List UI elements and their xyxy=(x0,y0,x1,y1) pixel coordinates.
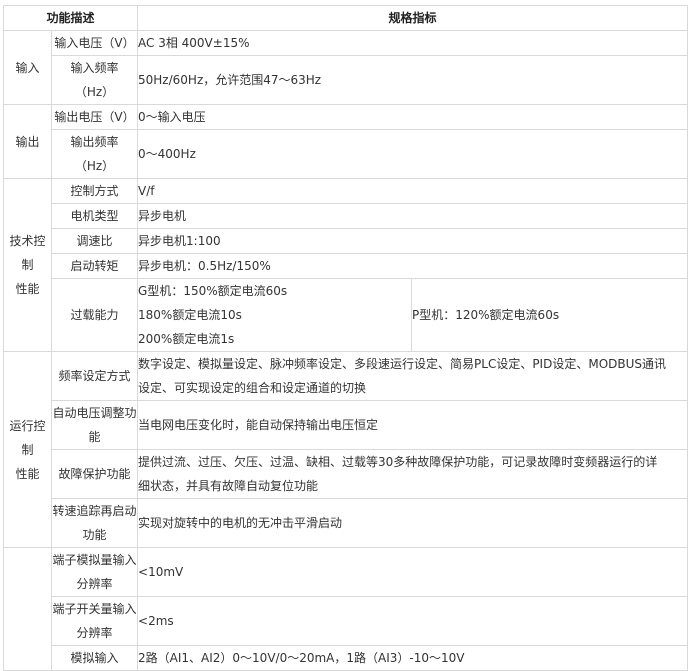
category-input: 输入 xyxy=(3,30,52,105)
value-overload-g: G型机：150%额定电流60s 180%额定电流10s 200%额定电流1s xyxy=(137,278,413,352)
feature-output-frequency-line2: （Hz） xyxy=(74,159,115,173)
table-row: 输出频率 （Hz） 0～400Hz xyxy=(4,129,689,179)
table-row: 技术控制 性能 控制方式 V/f xyxy=(3,178,689,352)
value-overload-g-line3: 200%额定电流1s xyxy=(138,332,235,346)
table-row: 调速比 异步电机1:100 xyxy=(4,228,689,254)
table-row: 端子开关量输入 分辨率 <2ms xyxy=(4,596,689,646)
table-row: 过载能力 G型机：150%额定电流60s 180%额定电流10s 200%额定电… xyxy=(4,278,689,352)
header-row: 功能描述 规格指标 xyxy=(2,5,689,31)
feature-input-frequency-line1: 输入频率 xyxy=(70,61,119,75)
feature-output-frequency-line1: 输出频率 xyxy=(70,135,119,149)
value-overload-p: P型机：120%额定电流60s xyxy=(411,278,689,352)
value-motor-type: 异步电机 xyxy=(137,203,689,229)
value-frequency-setting-line1: 数字设定、模拟量设定、脉冲频率设定、多段速运行设定、简易PLC设定、PID设定、… xyxy=(138,357,667,371)
feature-switch-resolution-line2: 分辨率 xyxy=(76,626,113,640)
value-fault-protection-line1: 提供过流、过压、欠压、过温、缺相、过载等30多种故障保护功能，可记录故障时变频器… xyxy=(138,455,658,469)
feature-switch-resolution: 端子开关量输入 分辨率 xyxy=(50,596,139,646)
value-overload-g-line1: G型机：150%额定电流60s xyxy=(138,284,288,298)
table-row: 输入频率 （Hz） 50Hz/60Hz，允许范围47～63Hz xyxy=(4,55,689,105)
category-io xyxy=(3,547,52,671)
feature-frequency-setting: 频率设定方式 xyxy=(50,351,139,401)
category-output: 输出 xyxy=(3,104,52,179)
value-output-voltage: 0～输入电压 xyxy=(137,104,689,130)
feature-input-frequency: 输入频率 （Hz） xyxy=(50,55,139,105)
header-feature: 功能描述 xyxy=(2,5,139,31)
feature-output-voltage: 输出电压（V） xyxy=(50,104,139,130)
feature-control-mode: 控制方式 xyxy=(50,178,139,204)
category-run-control-line2: 性能 xyxy=(15,466,40,481)
value-speed-ratio: 异步电机1:100 xyxy=(137,228,689,254)
value-speed-tracking: 实现对旋转中的电机的无冲击平滑启动 xyxy=(137,498,689,548)
feature-overload: 过载能力 xyxy=(50,278,139,352)
table-row: 自动电压调整功 能 当电网电压变化时，能自动保持输出电压恒定 xyxy=(4,400,689,450)
feature-fault-protection: 故障保护功能 xyxy=(50,449,139,499)
feature-speed-tracking-line1: 转速追踪再启动 xyxy=(52,504,137,518)
value-switch-resolution: <2ms xyxy=(137,596,689,646)
value-fault-protection: 提供过流、过压、欠压、过温、缺相、过载等30多种故障保护功能，可记录故障时变频器… xyxy=(137,449,689,499)
value-input-frequency: 50Hz/60Hz，允许范围47～63Hz xyxy=(137,55,689,105)
feature-input-voltage: 输入电压（V） xyxy=(50,30,139,56)
feature-start-torque: 启动转矩 xyxy=(50,253,139,279)
table-row: 端子模拟量输入 分辨率 <10mV xyxy=(3,547,689,671)
feature-analog-input: 模拟输入 xyxy=(50,645,139,671)
feature-speed-tracking-line2: 功能 xyxy=(82,528,107,542)
feature-avr: 自动电压调整功 能 xyxy=(50,400,139,450)
feature-input-frequency-line2: （Hz） xyxy=(74,85,115,99)
value-analog-input: 2路（AI1、AI2）0～10V/0～20mA，1路（AI3）-10～10V xyxy=(137,645,689,671)
category-tech-control: 技术控制 性能 xyxy=(3,178,52,352)
feature-avr-line2: 能 xyxy=(88,430,101,444)
feature-avr-line1: 自动电压调整功 xyxy=(52,406,137,420)
table-row: 模拟输入 2路（AI1、AI2）0～10V/0～20mA，1路（AI3）-10～… xyxy=(4,645,689,671)
value-frequency-setting-line2: 设定、可实现设定的组合和设定通道的切换 xyxy=(138,381,367,395)
category-tech-control-line1: 技术控制 xyxy=(9,234,46,272)
feature-motor-type: 电机类型 xyxy=(50,203,139,229)
feature-speed-ratio: 调速比 xyxy=(50,228,139,254)
table-row: 输入 输入电压（V） AC 3相 400V±15% xyxy=(3,30,689,105)
table-row: 转速追踪再启动 功能 实现对旋转中的电机的无冲击平滑启动 xyxy=(4,498,689,548)
value-control-mode: V/f xyxy=(137,178,689,204)
feature-analog-resolution-line1: 端子模拟量输入 xyxy=(52,553,137,567)
category-run-control-line1: 运行控制 xyxy=(9,418,46,457)
feature-speed-tracking: 转速追踪再启动 功能 xyxy=(50,498,139,548)
category-run-control: 运行控制 性能 xyxy=(3,351,52,548)
table-row: 运行控制 性能 频率设定方式 数字设定、模拟量设定、脉冲频率设定、多段速运行设定… xyxy=(3,351,689,548)
feature-switch-resolution-line1: 端子开关量输入 xyxy=(52,602,137,616)
feature-analog-resolution: 端子模拟量输入 分辨率 xyxy=(50,547,139,597)
value-fault-protection-line2: 细状态，并具有故障自动复位功能 xyxy=(138,479,319,493)
table-row: 输出 输出电压（V） 0～输入电压 xyxy=(3,104,689,179)
spec-table: 功能描述 规格指标 输入 输入电压（V） AC 3相 400V±15% 输入频率… xyxy=(2,5,689,671)
value-start-torque: 异步电机：0.5Hz/150% xyxy=(137,253,689,279)
feature-analog-resolution-line2: 分辨率 xyxy=(76,577,113,591)
table-row: 故障保护功能 提供过流、过压、欠压、过温、缺相、过载等30多种故障保护功能，可记… xyxy=(4,449,689,499)
value-frequency-setting: 数字设定、模拟量设定、脉冲频率设定、多段速运行设定、简易PLC设定、PID设定、… xyxy=(137,351,689,401)
value-overload-g-line2: 180%额定电流10s xyxy=(138,308,242,322)
header-spec: 规格指标 xyxy=(137,5,689,31)
value-avr: 当电网电压变化时，能自动保持输出电压恒定 xyxy=(137,400,689,450)
value-output-frequency: 0～400Hz xyxy=(137,129,689,179)
table-row: 电机类型 异步电机 xyxy=(4,203,689,229)
table-row: 启动转矩 异步电机：0.5Hz/150% xyxy=(4,253,689,279)
value-input-voltage: AC 3相 400V±15% xyxy=(137,30,689,56)
value-analog-resolution: <10mV xyxy=(137,547,689,597)
feature-output-frequency: 输出频率 （Hz） xyxy=(50,129,139,179)
category-tech-control-line2: 性能 xyxy=(15,282,40,296)
